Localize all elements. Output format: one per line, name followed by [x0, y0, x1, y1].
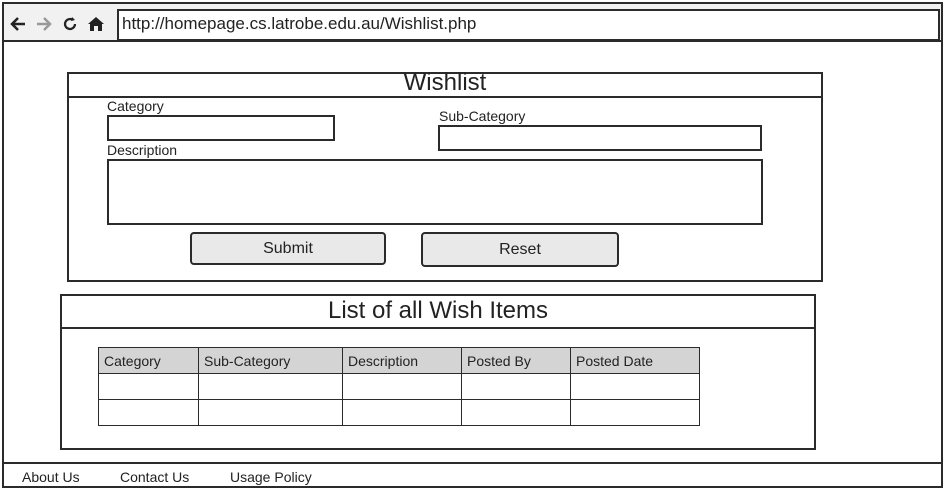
table-cell — [342, 399, 462, 426]
table-row — [98, 373, 700, 400]
table-row — [98, 399, 700, 426]
table-cell — [98, 373, 199, 400]
column-header: Description — [342, 347, 462, 374]
table-cell — [461, 399, 571, 426]
table-cell — [98, 399, 199, 426]
column-header: Posted Date — [570, 347, 700, 374]
table-cell — [342, 373, 462, 400]
title-divider — [62, 327, 814, 329]
category-input[interactable] — [107, 115, 335, 141]
subcategory-label: Sub-Category — [439, 108, 526, 124]
footer-link-about-us[interactable]: About Us — [22, 469, 80, 485]
submit-button[interactable]: Submit — [190, 232, 386, 265]
wishlist-title: Wishlist — [403, 69, 487, 96]
table-cell — [198, 373, 343, 400]
reload-icon[interactable] — [60, 14, 80, 34]
table-cell — [570, 399, 700, 426]
table-cell — [461, 373, 571, 400]
address-bar[interactable]: http://homepage.cs.latrobe.edu.au/Wishli… — [117, 9, 940, 41]
description-textarea[interactable] — [107, 159, 763, 225]
title-divider — [69, 96, 821, 98]
browser-toolbar: http://homepage.cs.latrobe.edu.au/Wishli… — [4, 4, 941, 42]
wish-items-title: List of all Wish Items — [327, 297, 549, 324]
home-icon[interactable] — [86, 14, 106, 34]
table-cell — [570, 373, 700, 400]
column-header: Posted By — [461, 347, 571, 374]
back-arrow-icon[interactable] — [8, 14, 28, 34]
column-header: Sub-Category — [198, 347, 343, 374]
footer-link-usage-policy[interactable]: Usage Policy — [230, 469, 312, 485]
subcategory-input[interactable] — [438, 125, 762, 151]
forward-arrow-icon[interactable] — [34, 14, 54, 34]
wish-items-panel: List of all Wish Items Category Sub-Cate… — [60, 294, 816, 450]
footer: About Us Contact Us Usage Policy — [4, 462, 943, 488]
table-header-row: Category Sub-Category Description Posted… — [98, 347, 700, 374]
wishlist-form: Wishlist Category Sub-Category Descripti… — [67, 69, 823, 282]
column-header: Category — [98, 347, 199, 374]
table-cell — [198, 399, 343, 426]
footer-link-contact-us[interactable]: Contact Us — [120, 469, 189, 485]
description-label: Description — [107, 142, 178, 158]
wish-items-table: Category Sub-Category Description Posted… — [98, 347, 700, 426]
category-label: Category — [107, 98, 164, 114]
reset-button[interactable]: Reset — [421, 232, 619, 267]
